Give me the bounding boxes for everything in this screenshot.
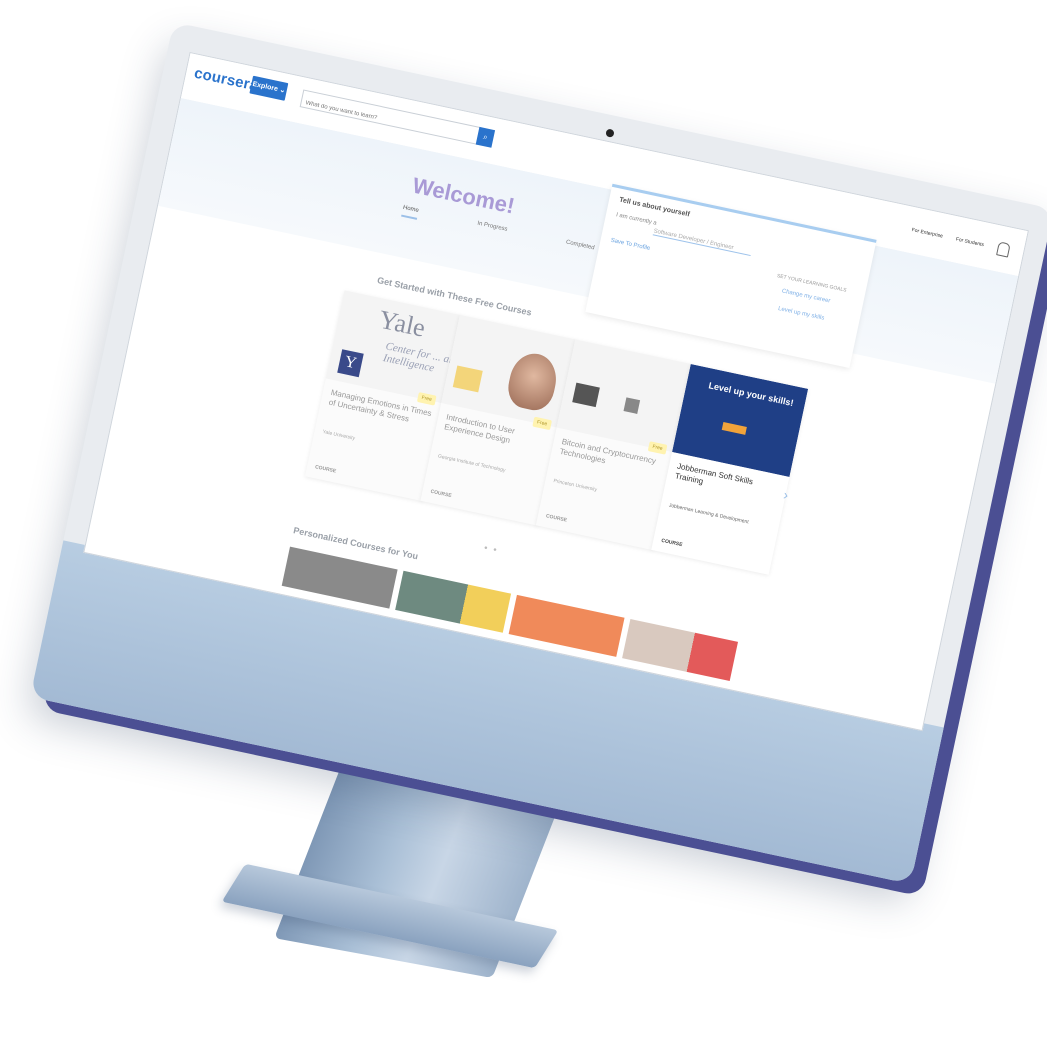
course-provider: Yale University [321, 428, 356, 442]
explore-button[interactable]: Explore ⌄ [249, 75, 289, 101]
image-text: Yale [376, 304, 428, 343]
book-cover [572, 382, 600, 408]
course-kind: COURSE [314, 464, 337, 475]
role-field[interactable]: Software Developer / Engineer [652, 228, 752, 257]
course-image: Yale Center for ... al Intelligence Y [325, 290, 462, 404]
link-students[interactable]: For Students [955, 236, 984, 248]
course-provider: Jobberman Learning & Development [668, 502, 750, 526]
goal-level-up[interactable]: Level up my skills [777, 306, 824, 322]
top-links: For Enterprise For Students [899, 225, 984, 248]
yale-logo: Y [337, 349, 364, 378]
course-kind: COURSE [545, 513, 568, 524]
course-image [556, 339, 693, 453]
course-image: Level up your skills! [672, 363, 809, 477]
promo-button [721, 422, 747, 435]
instructor-photo [504, 349, 561, 414]
diagram-box [623, 397, 641, 414]
carousel-dots[interactable]: ● ● [483, 545, 499, 554]
promo-text: Level up your skills! [707, 380, 795, 409]
image-subtext: Center for ... al Intelligence [382, 340, 454, 375]
course-provider: Georgia Institute of Technology [437, 453, 506, 474]
goal-change-career[interactable]: Change my career [781, 288, 831, 304]
monitor: coursera Explore ⌄ ⌕ For Enterprise For … [30, 21, 1047, 885]
course-image [441, 314, 578, 428]
scene: coursera Explore ⌄ ⌕ For Enterprise For … [0, 0, 1047, 1052]
bell-icon[interactable] [996, 241, 1011, 258]
course-provider: Princeton University [552, 478, 598, 494]
link-enterprise[interactable]: For Enterprise [911, 227, 943, 239]
current-label: I am currently a [615, 212, 658, 227]
promo-banner: Level up your skills! [672, 363, 809, 477]
course-kind: COURSE [660, 537, 683, 549]
sticker-image [452, 365, 483, 393]
search-icon[interactable]: ⌕ [475, 126, 496, 148]
course-kind: COURSE [429, 488, 453, 500]
save-profile-link[interactable]: Save To Profile [610, 238, 651, 252]
